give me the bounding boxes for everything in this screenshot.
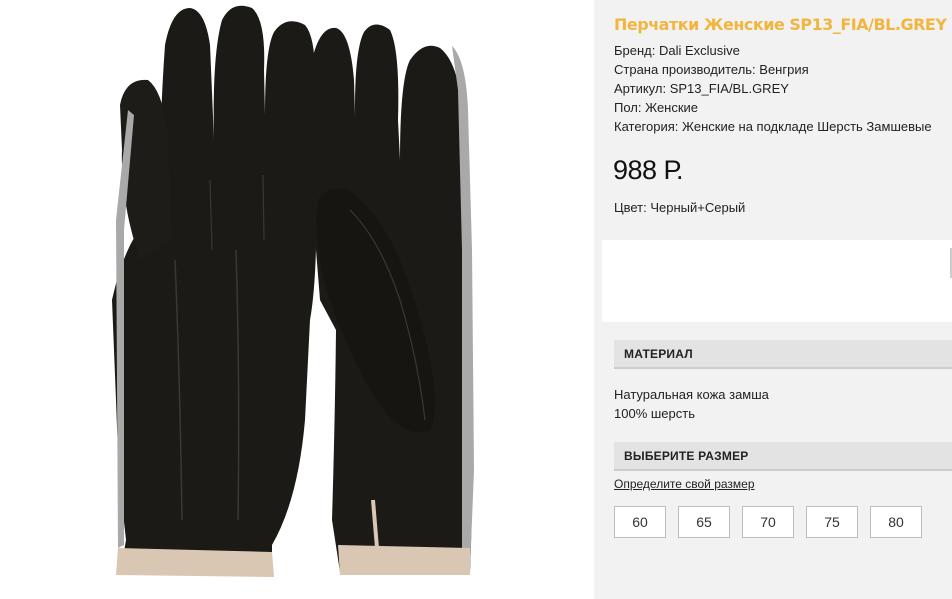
- material-header-label: МАТЕРИАЛ: [624, 347, 693, 361]
- size-header-label: ВЫБЕРИТЕ РАЗМЕР: [624, 449, 749, 463]
- material-line: Натуральная кожа замша: [614, 387, 769, 402]
- spec-country: Страна производитель: Венгрия: [614, 62, 809, 77]
- product-color: Цвет: Черный+Серый: [614, 200, 746, 215]
- size-option-75[interactable]: 75: [806, 506, 858, 538]
- size-guide-link[interactable]: Определите свой размер: [614, 477, 755, 491]
- material-section-header: МАТЕРИАЛ: [614, 340, 952, 369]
- right-glove: [309, 24, 474, 575]
- blank-widget-area: [602, 240, 952, 322]
- product-price: 988 Р.: [613, 155, 683, 185]
- size-option-65[interactable]: 65: [678, 506, 730, 538]
- spec-gender: Пол: Женские: [614, 100, 699, 115]
- size-option-60[interactable]: 60: [614, 506, 666, 538]
- material-line: 100% шерсть: [614, 406, 695, 421]
- spec-category: Категория: Женские на подкладе Шерсть За…: [614, 119, 932, 134]
- spec-article: Артикул: SP13_FIA/BL.GREY: [614, 81, 789, 96]
- size-section-header: ВЫБЕРИТЕ РАЗМЕР: [614, 442, 952, 471]
- left-glove: [112, 5, 317, 577]
- material-description: Натуральная кожа замша 100% шерсть: [614, 385, 769, 423]
- product-title: Перчатки Женские SP13_FIA/BL.GREY: [614, 15, 947, 34]
- product-image[interactable]: [0, 0, 594, 599]
- size-option-80[interactable]: 80: [870, 506, 922, 538]
- size-option-70[interactable]: 70: [742, 506, 794, 538]
- spec-brand: Бренд: Dali Exclusive: [614, 43, 740, 58]
- product-info-panel: Перчатки Женские SP13_FIA/BL.GREY Бренд:…: [594, 0, 952, 599]
- gloves-photo-icon: [112, 5, 474, 577]
